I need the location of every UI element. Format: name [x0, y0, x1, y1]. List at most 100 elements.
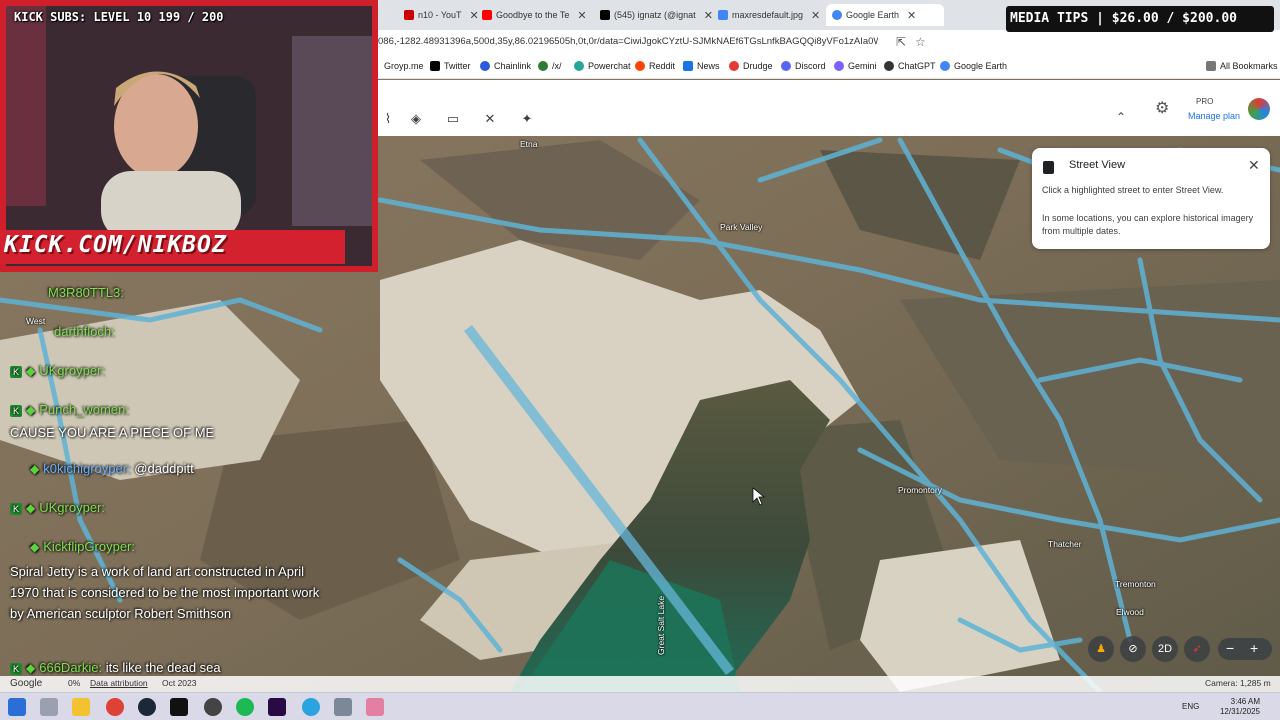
bookmark-label: Gemini — [848, 61, 877, 71]
chat-username: UKgroyper: — [39, 500, 105, 515]
bookmark-item[interactable]: Gemini — [834, 61, 877, 71]
bookmark-item[interactable]: Powerchat — [574, 61, 631, 71]
powerchat-icon — [574, 61, 584, 71]
panel-title: Street View — [1069, 159, 1126, 171]
bookmark-item[interactable]: Chainlink — [480, 61, 531, 71]
chat-message: Spiral Jetty is a work of land art const… — [10, 564, 320, 621]
google-earth-icon — [832, 10, 842, 20]
bookmark-label: Groyp.me — [384, 61, 424, 71]
drudge-icon — [729, 61, 739, 71]
place-label: Thatcher — [1048, 539, 1082, 549]
tools-icon[interactable]: ✕ — [481, 110, 499, 128]
gear-icon[interactable]: ⚙ — [1155, 98, 1169, 118]
chat-line: K ◆ 666Darkie: its like the dead sea — [10, 660, 221, 675]
zoom-control: − + — [1218, 638, 1272, 660]
ruler-icon[interactable]: ▭ — [444, 110, 462, 128]
browser-tab[interactable]: (545) ignatz (@ignat ✕ — [600, 4, 718, 26]
bookmark-item[interactable]: Groyp.me — [384, 61, 424, 71]
tab-title: n10 - YouT — [418, 10, 462, 20]
telegram-icon[interactable] — [302, 698, 320, 716]
bookmark-item[interactable]: Discord — [781, 61, 826, 71]
close-icon[interactable]: ✕ — [907, 9, 916, 22]
panel-text: In some locations, you can explore histo… — [1042, 213, 1254, 236]
bookmark-label: Chainlink — [494, 61, 532, 71]
app-icon[interactable] — [334, 698, 352, 716]
bookmark-label: Drudge — [743, 61, 773, 71]
chat-line: ◆ KickflipGroyper: — [10, 539, 135, 554]
spotify-icon[interactable] — [236, 698, 254, 716]
sub-badge-icon: ◆ — [30, 462, 40, 476]
kick-url-text: KICK.COM/NIKBOZ — [4, 232, 227, 258]
close-icon[interactable]: ✕ — [1248, 157, 1260, 174]
chrome-icon[interactable] — [106, 698, 124, 716]
close-icon[interactable]: ✕ — [811, 9, 820, 22]
view-mode-button[interactable]: 2D — [1152, 636, 1178, 662]
path-icon[interactable]: ⌇ — [379, 110, 397, 128]
system-clock[interactable]: 3:46 AM 12/31/2025 — [1220, 697, 1260, 717]
pegman-icon: ♟ — [1096, 643, 1106, 655]
earth-toolbar: ⌇ ◈ ▭ ✕ ✦ ⌃ ⚙ PRO Manage plan — [370, 80, 1280, 136]
language-indicator[interactable]: ENG — [1182, 702, 1199, 711]
kick-badge-icon: K — [10, 365, 22, 378]
taskbar: ENG 3:46 AM 12/31/2025 — [0, 692, 1280, 720]
gemini-icon — [834, 61, 844, 71]
place-label: Tremonton — [1115, 579, 1156, 589]
avatar[interactable] — [1248, 98, 1270, 120]
bookmark-label: /x/ — [552, 61, 562, 71]
media-tips-banner: MEDIA TIPS | $26.00 / $200.00 — [1006, 6, 1274, 32]
bookmark-item[interactable]: Reddit — [635, 61, 675, 71]
youtube-icon — [482, 10, 492, 20]
zoom-in-button[interactable]: + — [1250, 640, 1258, 656]
terminal-icon[interactable] — [170, 698, 188, 716]
sub-badge-icon: ◆ — [30, 540, 40, 554]
browser-tab-active[interactable]: Google Earth ✕ — [826, 4, 944, 26]
pegman-button[interactable]: ♟ — [1088, 636, 1114, 662]
bookmark-star-icon[interactable]: ☆ — [915, 35, 926, 49]
data-attribution-link[interactable]: Data attribution — [90, 678, 148, 688]
premiere-icon[interactable] — [268, 698, 286, 716]
reddit-icon — [635, 61, 645, 71]
youtube-icon — [404, 10, 414, 20]
kick-badge-icon: K — [10, 502, 22, 515]
close-icon[interactable]: ✕ — [470, 9, 479, 22]
bookmark-item[interactable]: Google Earth — [940, 61, 1007, 71]
collapse-icon[interactable]: ⌃ — [1116, 110, 1126, 124]
bookmark-item[interactable]: Twitter — [430, 61, 471, 71]
steam-icon[interactable] — [138, 698, 156, 716]
browser-tab[interactable]: Goodbye to the Te ✕ — [482, 4, 600, 26]
camera-altitude: Camera: 1,285 m — [1205, 678, 1271, 688]
bookmark-label: Twitter — [444, 61, 471, 71]
close-icon[interactable]: ✕ — [704, 9, 713, 22]
chat-username: 666Darkie: — [39, 660, 103, 675]
manage-plan-link[interactable]: Manage plan — [1188, 111, 1240, 121]
zoom-out-button[interactable]: − — [1226, 640, 1234, 656]
url-field[interactable]: 086,-1282.48931396a,500d,35y,86.02196505… — [378, 36, 878, 47]
news-icon — [683, 61, 693, 71]
bookmark-item[interactable]: Drudge — [729, 61, 773, 71]
file-explorer-icon[interactable] — [72, 698, 90, 716]
layers-icon[interactable]: ◈ — [407, 110, 425, 128]
chat-username: M3R80TTL3: — [48, 285, 124, 300]
place-label: Great Salt Lake — [656, 595, 666, 655]
close-icon[interactable]: ✕ — [577, 9, 586, 22]
sparkle-icon[interactable]: ✦ — [518, 110, 536, 128]
bookmark-item[interactable]: /x/ — [538, 61, 562, 71]
bookmark-item[interactable]: News — [683, 61, 720, 71]
image-icon — [718, 10, 728, 20]
task-view-icon[interactable] — [40, 698, 58, 716]
media-tips-text: MEDIA TIPS | $26.00 / $200.00 — [1010, 11, 1237, 26]
kick-url-banner: KICK.COM/NIKBOZ — [0, 230, 345, 264]
chat-line: ◆ k0kichigroyper: @daddpitt — [10, 461, 194, 476]
app-icon[interactable] — [366, 698, 384, 716]
chat-username: darthfloch: — [54, 324, 115, 339]
tilt-toggle-button[interactable]: ⊘ — [1120, 636, 1146, 662]
windows-start-icon[interactable] — [8, 698, 26, 716]
bookmark-label: News — [697, 61, 720, 71]
all-bookmarks[interactable]: All Bookmarks — [1206, 61, 1278, 71]
map-status-bar: Google 0% Data attribution Oct 2023 Came… — [0, 676, 1280, 692]
install-icon[interactable]: ⇱ — [896, 35, 906, 49]
obs-icon[interactable] — [204, 698, 222, 716]
browser-tab[interactable]: maxresdefault.jpg ✕ — [718, 4, 822, 26]
compass-button[interactable]: ➶ — [1184, 636, 1210, 662]
bookmark-item[interactable]: ChatGPT — [884, 61, 936, 71]
